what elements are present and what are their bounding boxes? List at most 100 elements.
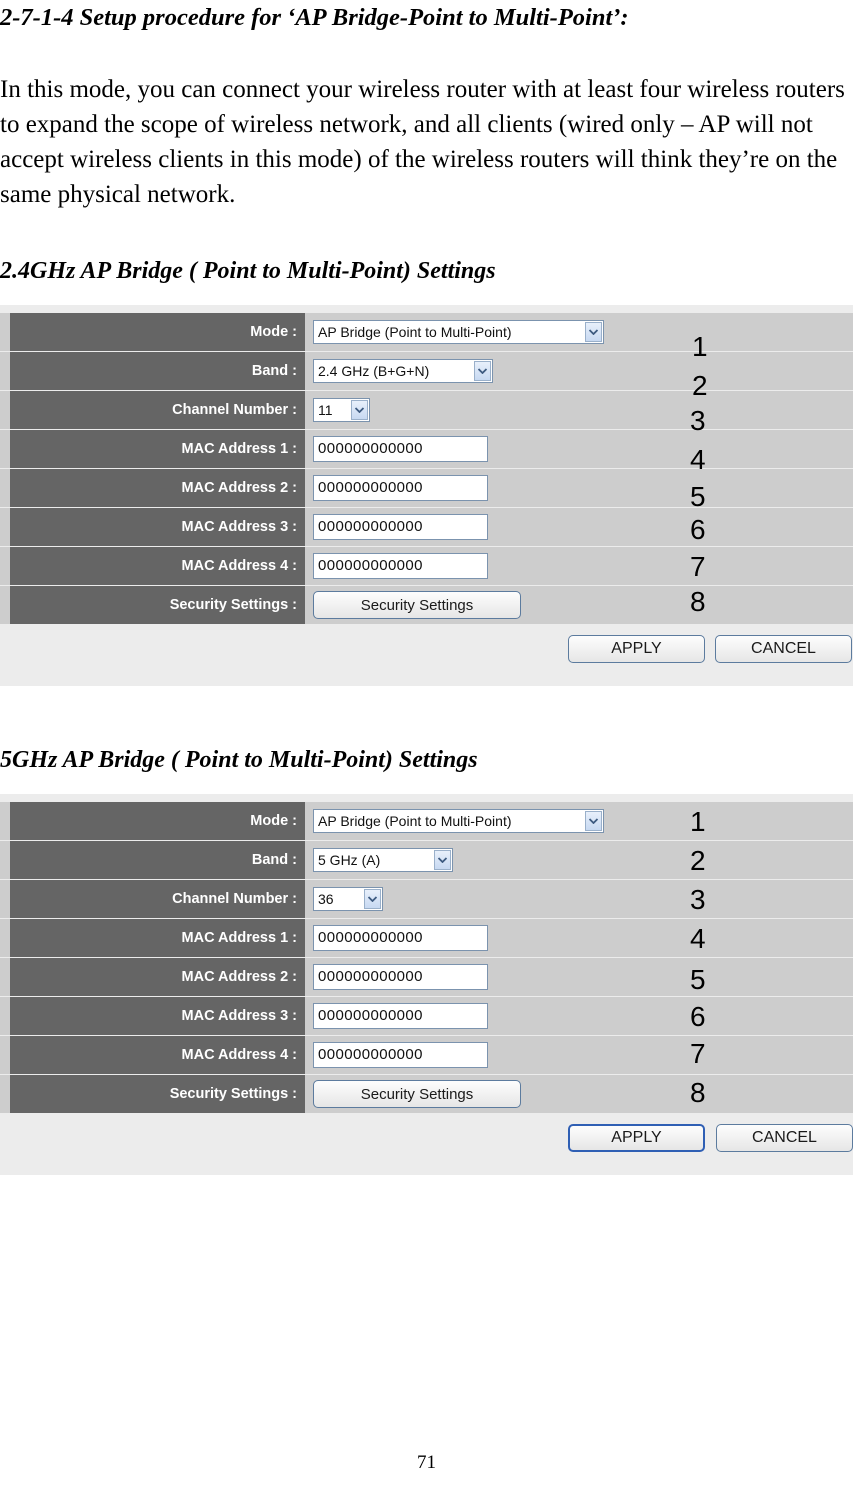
row-value: 5 GHz (A) (313, 841, 453, 879)
row-value: 000000000000 (313, 508, 488, 546)
annotation-number: 4 (690, 923, 706, 954)
chevron-down-icon (364, 889, 381, 909)
table-row: MAC Address 2 : 000000000000 5 (0, 469, 853, 511)
annotation-number: 6 (690, 514, 706, 545)
table-row: Mode : AP Bridge (Point to Multi-Point) … (0, 802, 853, 840)
mac-address-4-input[interactable]: 000000000000 (313, 1042, 488, 1068)
chevron-down-icon (434, 850, 451, 870)
table-row: MAC Address 4 : 000000000000 7 (0, 547, 853, 585)
annotation-number: 1 (692, 331, 708, 362)
panel-rows-24ghz: Mode : AP Bridge (Point to Multi-Point) … (0, 305, 853, 675)
annotation-number: 5 (690, 481, 706, 512)
row-label: Band : (10, 841, 305, 879)
annotation-number: 2 (690, 845, 706, 876)
row-value: 000000000000 (313, 430, 488, 468)
cancel-button[interactable]: CANCEL (716, 1124, 853, 1152)
mac-address-2-input[interactable]: 000000000000 (313, 475, 488, 501)
band-select-value: 2.4 GHz (B+G+N) (318, 363, 430, 379)
row-value: Security Settings (313, 1075, 521, 1113)
annotation-number: 1 (690, 806, 706, 837)
band-select-value: 5 GHz (A) (318, 852, 381, 868)
annotation-number: 3 (690, 405, 706, 436)
table-row: MAC Address 4 : 000000000000 7 (0, 1036, 853, 1074)
table-row: Band : 2.4 GHz (B+G+N) 2 (0, 352, 853, 400)
channel-number-select-value: 11 (318, 402, 333, 418)
table-row: MAC Address 1 : 000000000000 4 (0, 919, 853, 957)
panel-actions-24ghz: APPLY CANCEL (0, 625, 853, 675)
row-label: MAC Address 3 : (10, 508, 305, 546)
annotation-number: 3 (690, 884, 706, 915)
table-row: Channel Number : 36 3 (0, 880, 853, 918)
annotation-number: 2 (692, 370, 708, 401)
row-label: Channel Number : (10, 880, 305, 918)
table-row: Security Settings : Security Settings 8 (0, 586, 853, 624)
apply-button[interactable]: APPLY (568, 1124, 705, 1152)
mac-address-1-input[interactable]: 000000000000 (313, 436, 488, 462)
mode-select-value: AP Bridge (Point to Multi-Point) (318, 813, 512, 829)
mode-select[interactable]: AP Bridge (Point to Multi-Point) (313, 320, 604, 344)
row-label: MAC Address 2 : (10, 958, 305, 996)
row-label: MAC Address 1 : (10, 430, 305, 468)
page-number: 71 (417, 1452, 436, 1473)
table-row: Security Settings : Security Settings 8 (0, 1075, 853, 1113)
band-select[interactable]: 2.4 GHz (B+G+N) (313, 359, 493, 383)
table-row: Mode : AP Bridge (Point to Multi-Point) … (0, 313, 853, 361)
security-settings-button[interactable]: Security Settings (313, 1080, 521, 1108)
row-value: 000000000000 (313, 997, 488, 1035)
panel-title-24ghz: 2.4GHz AP Bridge ( Point to Multi-Point)… (0, 258, 496, 284)
chevron-down-icon (474, 361, 491, 381)
annotation-number: 5 (690, 964, 706, 995)
row-value: AP Bridge (Point to Multi-Point) (313, 802, 604, 840)
chevron-down-icon (351, 400, 368, 420)
row-value: 000000000000 (313, 469, 488, 507)
row-label: Band : (10, 352, 305, 390)
mode-select[interactable]: AP Bridge (Point to Multi-Point) (313, 809, 604, 833)
mac-address-1-input[interactable]: 000000000000 (313, 925, 488, 951)
mac-address-3-input[interactable]: 000000000000 (313, 1003, 488, 1029)
security-settings-button[interactable]: Security Settings (313, 591, 521, 619)
table-row: Channel Number : 11 3 (0, 391, 853, 435)
panel-actions-5ghz: APPLY CANCEL (0, 1114, 853, 1164)
row-value: 11 (313, 391, 370, 429)
row-value: 000000000000 (313, 1036, 488, 1074)
table-row: MAC Address 2 : 000000000000 5 (0, 958, 853, 996)
table-row: MAC Address 3 : 000000000000 6 (0, 508, 853, 546)
annotation-number: 8 (690, 1077, 706, 1108)
chevron-down-icon (585, 322, 602, 342)
row-value: 2.4 GHz (B+G+N) (313, 352, 493, 390)
intro-paragraph: In this mode, you can connect your wirel… (0, 76, 845, 208)
panel-title-5ghz: 5GHz AP Bridge ( Point to Multi-Point) S… (0, 747, 478, 773)
row-label: MAC Address 3 : (10, 997, 305, 1035)
apply-button[interactable]: APPLY (568, 635, 705, 663)
row-label: Channel Number : (10, 391, 305, 429)
annotation-number: 4 (690, 444, 706, 475)
channel-number-select[interactable]: 36 (313, 887, 383, 911)
cancel-button[interactable]: CANCEL (715, 635, 852, 663)
mac-address-3-input[interactable]: 000000000000 (313, 514, 488, 540)
settings-panel-24ghz: Mode : AP Bridge (Point to Multi-Point) … (0, 305, 853, 686)
channel-number-select-value: 36 (318, 891, 334, 907)
row-value: 000000000000 (313, 919, 488, 957)
row-label: MAC Address 4 : (10, 547, 305, 585)
channel-number-select[interactable]: 11 (313, 398, 370, 422)
row-label: MAC Address 1 : (10, 919, 305, 957)
table-row: Band : 5 GHz (A) 2 (0, 841, 853, 879)
annotation-number: 8 (690, 586, 706, 617)
row-value: 000000000000 (313, 547, 488, 585)
settings-panel-5ghz: Mode : AP Bridge (Point to Multi-Point) … (0, 794, 853, 1175)
row-value: 000000000000 (313, 958, 488, 996)
row-label: Mode : (10, 802, 305, 840)
panel-rows-5ghz: Mode : AP Bridge (Point to Multi-Point) … (0, 794, 853, 1164)
section-heading: 2-7-1-4 Setup procedure for ‘AP Bridge-P… (0, 4, 629, 31)
row-label: MAC Address 2 : (10, 469, 305, 507)
band-select[interactable]: 5 GHz (A) (313, 848, 453, 872)
row-label: Security Settings : (10, 586, 305, 624)
chevron-down-icon (585, 811, 602, 831)
row-value: 36 (313, 880, 383, 918)
mac-address-2-input[interactable]: 000000000000 (313, 964, 488, 990)
annotation-number: 6 (690, 1001, 706, 1032)
annotation-number: 7 (690, 551, 706, 582)
mac-address-4-input[interactable]: 000000000000 (313, 553, 488, 579)
row-label: Security Settings : (10, 1075, 305, 1113)
row-value: AP Bridge (Point to Multi-Point) (313, 313, 604, 351)
